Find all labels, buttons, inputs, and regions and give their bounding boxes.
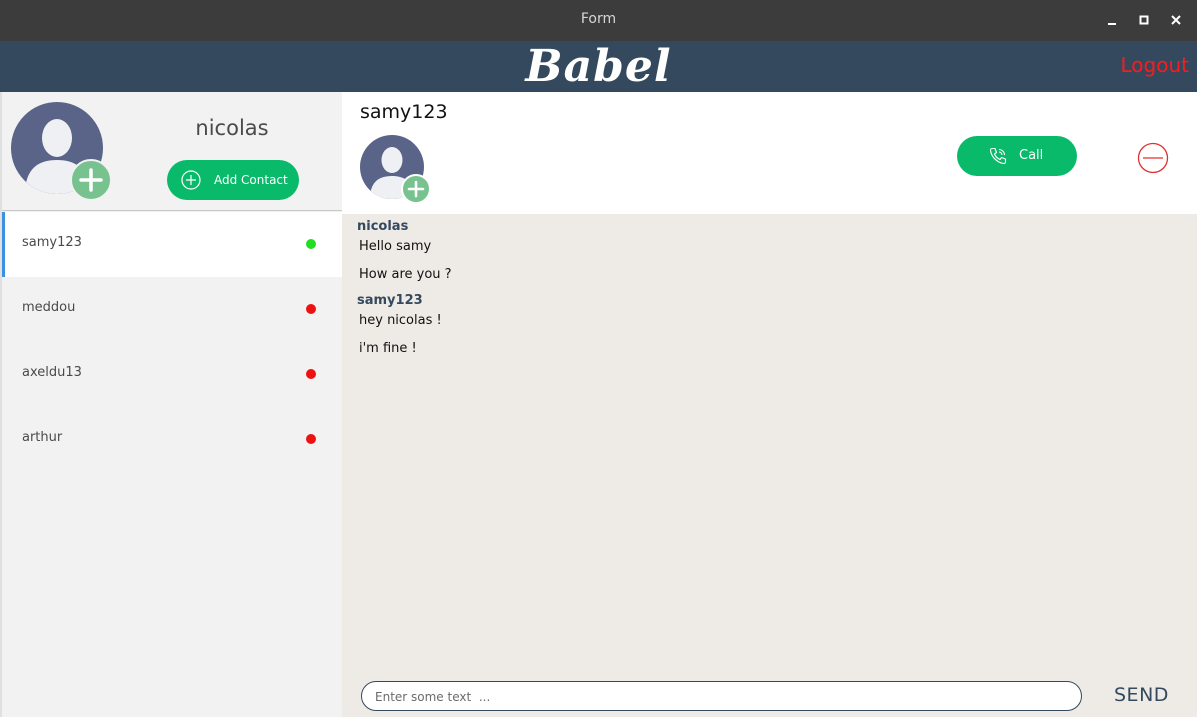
app-logo: Babel [525, 41, 672, 92]
add-contact-icon[interactable] [401, 174, 431, 204]
phone-icon [989, 147, 1007, 165]
contact-list: samy123 meddou axeldu13 arthur [2, 212, 342, 472]
call-label: Call [1019, 148, 1044, 163]
window-titlebar: Form [0, 0, 1197, 41]
sidebar: nicolas Add Contact samy123 meddou axeld… [0, 92, 342, 717]
minimize-icon[interactable] [1102, 10, 1122, 30]
message-text: i'm fine ! [359, 341, 417, 356]
message-text: Hello samy [359, 239, 432, 254]
window-title: Form [580, 11, 617, 27]
plus-circle-icon [181, 170, 201, 190]
contact-item-arthur[interactable]: arthur [2, 407, 342, 472]
chat-contact-name: samy123 [360, 101, 448, 123]
offline-status-dot [306, 434, 316, 444]
add-contact-button[interactable]: Add Contact [167, 160, 299, 200]
contact-item-axeldu13[interactable]: axeldu13 [2, 342, 342, 407]
offline-status-dot [306, 304, 316, 314]
contact-name: meddou [22, 300, 76, 315]
contact-item-samy123[interactable]: samy123 [2, 212, 342, 277]
app-header: Babel Logout [0, 41, 1197, 92]
call-button[interactable]: Call [957, 136, 1077, 176]
contact-name: arthur [22, 430, 63, 445]
message-sender: samy123 [357, 293, 423, 308]
contact-item-meddou[interactable]: meddou [2, 277, 342, 342]
close-icon[interactable] [1166, 10, 1186, 30]
message-group: nicolas Hello samy How are you ? [357, 218, 1197, 292]
message-input-wrapper [361, 681, 1082, 711]
message-text: How are you ? [359, 267, 452, 282]
offline-status-dot [306, 369, 316, 379]
chat-header: samy123 Call [342, 92, 1197, 214]
user-avatar[interactable] [11, 102, 112, 201]
remove-contact-icon[interactable] [1137, 142, 1169, 174]
message-sender: nicolas [357, 219, 409, 234]
online-status-dot [306, 239, 316, 249]
contact-name: axeldu13 [22, 365, 82, 380]
message-area: nicolas Hello samy How are you ? samy123… [342, 214, 1197, 674]
contact-name: samy123 [22, 235, 82, 250]
logout-button[interactable]: Logout [1121, 53, 1189, 77]
send-button[interactable]: SEND [1114, 684, 1169, 706]
message-group: samy123 hey nicolas ! i'm fine ! [357, 292, 1197, 366]
maximize-icon[interactable] [1134, 10, 1154, 30]
add-contact-label: Add Contact [214, 173, 288, 187]
message-text: hey nicolas ! [359, 313, 442, 328]
current-username: nicolas [195, 116, 269, 140]
message-input[interactable] [375, 687, 1065, 707]
contact-avatar [360, 135, 431, 204]
add-photo-icon[interactable] [70, 159, 112, 201]
profile-panel: nicolas Add Contact [2, 92, 342, 211]
